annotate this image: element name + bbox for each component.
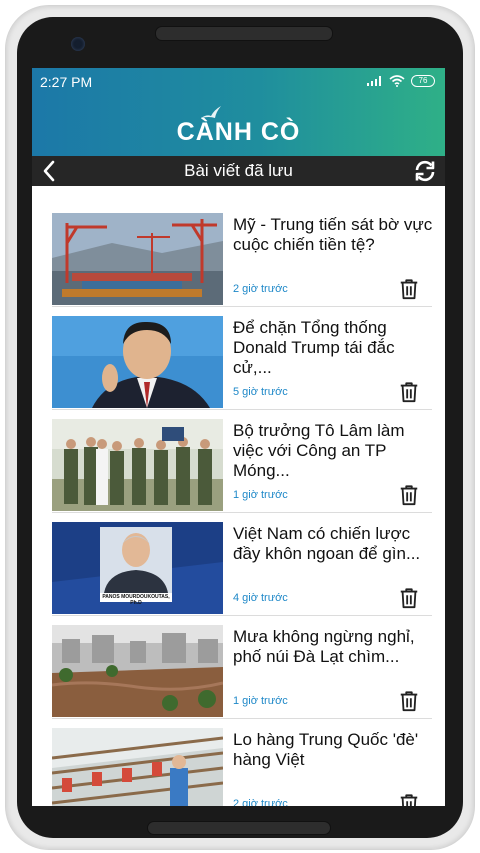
toolbar: Bài viết đã lưu xyxy=(32,156,445,186)
phone-body: 2:27 PM 76 CÀNH CÒ Bài viết đã lưu Mỹ - … xyxy=(17,17,463,838)
article-title[interactable]: Mỹ - Trung tiến sát bờ vực cuộc chiến ti… xyxy=(233,215,438,255)
trash-icon[interactable] xyxy=(398,381,420,403)
article-title[interactable]: Để chặn Tổng thống Donald Trump tái đắc … xyxy=(233,318,438,378)
article-thumbnail[interactable] xyxy=(52,316,223,408)
app-logo: CÀNH CÒ xyxy=(176,118,301,146)
article-thumbnail[interactable] xyxy=(52,625,223,717)
article-item[interactable]: PANOS MOURDOUKOUTAS, Ph.D Việt Nam có ch… xyxy=(46,513,432,616)
speaker-grille-top xyxy=(155,26,333,41)
article-title[interactable]: Bộ trưởng Tô Lâm làm việc với Công an TP… xyxy=(233,421,438,481)
status-icons: 76 xyxy=(367,75,435,87)
trash-icon[interactable] xyxy=(398,587,420,609)
trash-icon[interactable] xyxy=(398,690,420,712)
refresh-icon[interactable] xyxy=(413,159,437,183)
speaker-grille-bottom xyxy=(147,821,331,835)
image-caption: PANOS MOURDOUKOUTAS, Ph.D xyxy=(102,594,170,606)
article-thumbnail[interactable] xyxy=(52,213,223,305)
trash-icon[interactable] xyxy=(398,793,420,806)
battery-level: 76 xyxy=(418,76,428,85)
app-screen: 2:27 PM 76 CÀNH CÒ Bài viết đã lưu Mỹ - … xyxy=(32,68,445,806)
status-time: 2:27 PM xyxy=(40,74,93,90)
page-title: Bài viết đã lưu xyxy=(184,161,293,180)
front-camera xyxy=(71,37,85,51)
article-time: 5 giờ trước xyxy=(233,386,288,398)
article-item[interactable]: Mưa không ngừng nghỉ, phố núi Đà Lạt chì… xyxy=(46,616,432,719)
saved-articles-list: Mỹ - Trung tiến sát bờ vực cuộc chiến ti… xyxy=(32,186,445,806)
article-item[interactable]: Mỹ - Trung tiến sát bờ vực cuộc chiến ti… xyxy=(46,204,432,307)
article-thumbnail[interactable] xyxy=(52,728,223,806)
phone-frame: 2:27 PM 76 CÀNH CÒ Bài viết đã lưu Mỹ - … xyxy=(5,5,475,850)
battery-icon: 76 xyxy=(411,75,435,87)
article-item[interactable]: Bộ trưởng Tô Lâm làm việc với Công an TP… xyxy=(46,410,432,513)
trash-icon[interactable] xyxy=(398,278,420,300)
article-title[interactable]: Lo hàng Trung Quốc 'đè' hàng Việt xyxy=(233,730,438,770)
article-title[interactable]: Mưa không ngừng nghỉ, phố núi Đà Lạt chì… xyxy=(233,627,438,667)
article-thumbnail[interactable]: PANOS MOURDOUKOUTAS, Ph.D xyxy=(52,522,223,614)
article-time: 4 giờ trước xyxy=(233,592,288,604)
app-header: 2:27 PM 76 CÀNH CÒ xyxy=(32,68,445,156)
article-time: 1 giờ trước xyxy=(233,695,288,707)
article-time: 2 giờ trước xyxy=(233,798,288,806)
article-thumbnail[interactable] xyxy=(52,419,223,511)
article-time: 1 giờ trước xyxy=(233,489,288,501)
article-item[interactable]: Lo hàng Trung Quốc 'đè' hàng Việt 2 giờ … xyxy=(46,719,432,806)
article-time: 2 giờ trước xyxy=(233,283,288,295)
article-title[interactable]: Việt Nam có chiến lược đầy khôn ngoan để… xyxy=(233,524,438,564)
wifi-icon xyxy=(389,75,405,87)
trash-icon[interactable] xyxy=(398,484,420,506)
article-item[interactable]: Để chặn Tổng thống Donald Trump tái đắc … xyxy=(46,307,432,410)
signal-icon xyxy=(367,76,381,86)
